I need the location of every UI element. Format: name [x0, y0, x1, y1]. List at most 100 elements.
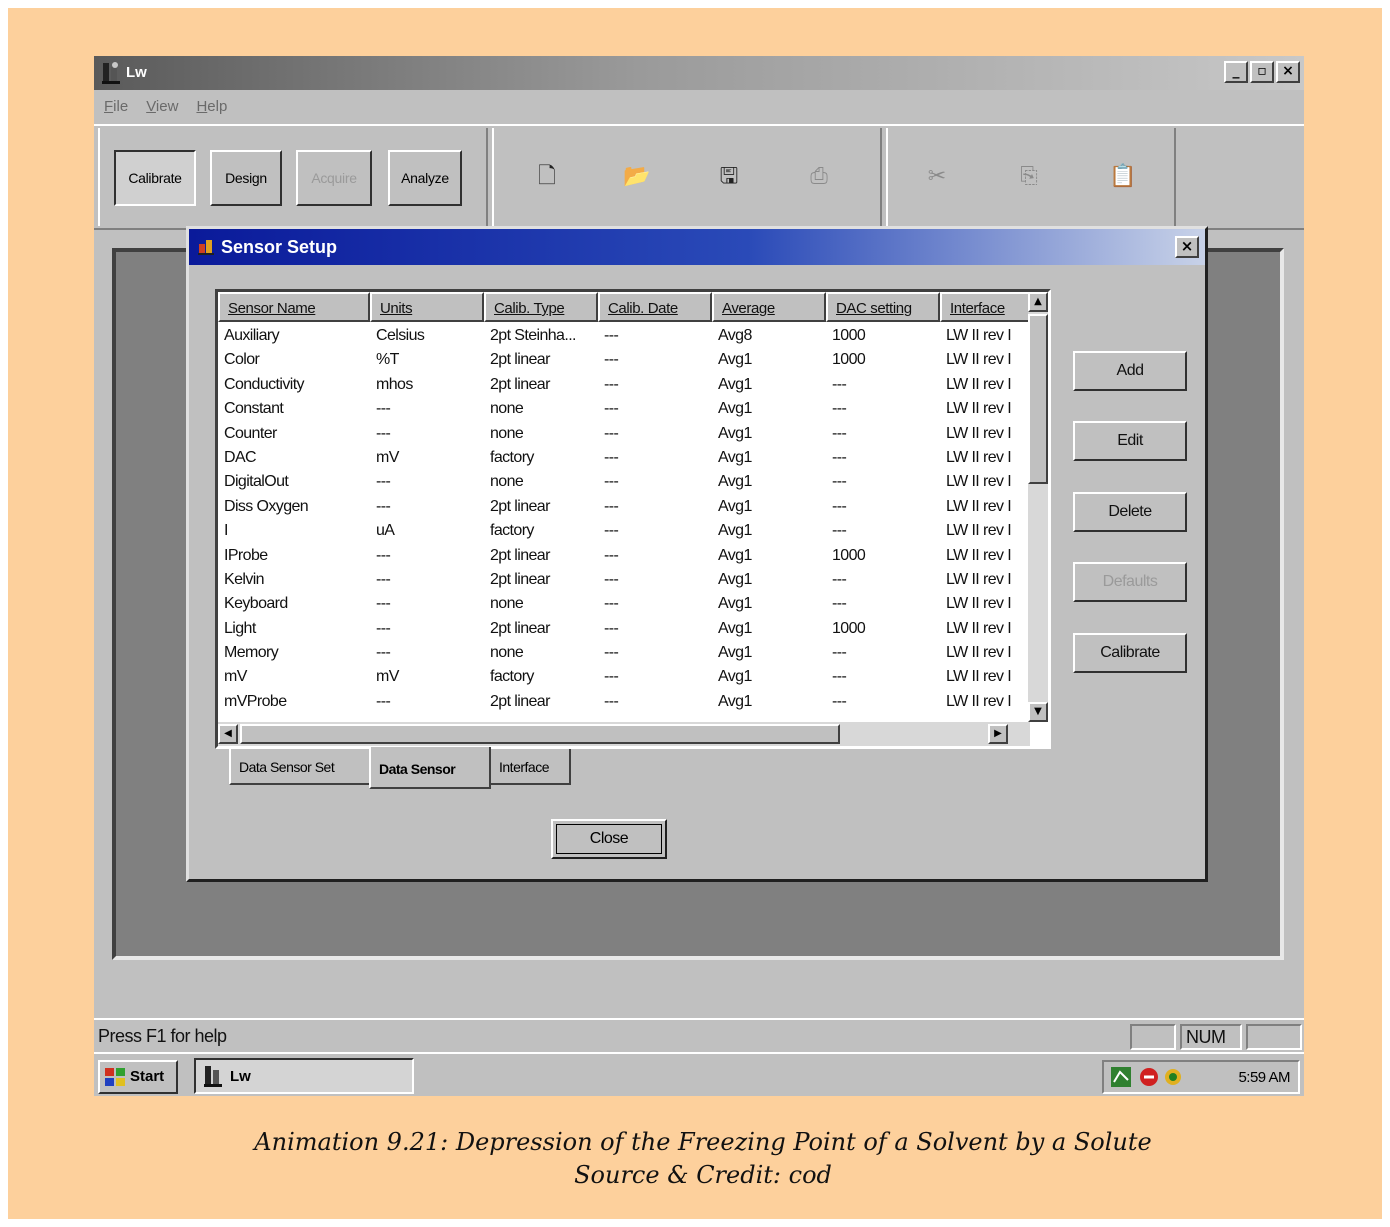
table-row[interactable]: Memory --- none --- Avg1 --- LW II rev I [218, 641, 1032, 665]
add-button[interactable]: Add [1073, 351, 1187, 391]
table-cell: --- [604, 668, 619, 686]
column-header[interactable]: Sensor Name [218, 292, 370, 322]
table-cell: LW II rev I [946, 473, 1012, 491]
table-row[interactable]: mVProbe --- 2pt linear --- Avg1 --- LW II rev … [218, 690, 1032, 714]
column-header[interactable]: Calib. Type [484, 292, 598, 322]
calibrate-sensor-button[interactable]: Calibrate [1073, 633, 1187, 673]
sensor-table[interactable]: Sensor Name Units Calib. Type Calib. Dat… [215, 289, 1051, 749]
save-icon[interactable]: 🖫 [714, 162, 744, 192]
acquire-mode-button[interactable]: Acquire [296, 150, 372, 206]
horizontal-scroll-thumb[interactable] [240, 724, 840, 744]
table-cell: --- [832, 595, 847, 613]
copy-icon[interactable]: ⎘ [1014, 162, 1044, 192]
scroll-left-icon[interactable]: ◀ [218, 724, 238, 744]
horizontal-scrollbar[interactable]: ◀ ▶ [218, 722, 1030, 746]
tab-data-sensor[interactable]: Data Sensor [369, 747, 491, 789]
design-mode-button[interactable]: Design [210, 150, 282, 206]
table-cell: Avg8 [718, 327, 752, 344]
table-cell: LW II rev I [946, 668, 1012, 686]
table-row[interactable]: Diss Oxygen --- 2pt linear --- Avg1 --- LW II … [218, 495, 1032, 519]
caption-credit: Source & Credit: cod [574, 1161, 832, 1189]
menu-help[interactable]: Help [196, 98, 227, 115]
taskbar-item-lw[interactable]: Lw [194, 1058, 414, 1094]
table-cell: --- [604, 424, 619, 442]
menu-file[interactable]: File [104, 98, 128, 115]
vertical-scrollbar[interactable]: ▲ ▼ [1028, 292, 1048, 722]
desktop-screen: Lw _ ▫ × File View Help Calibrate Design… [94, 56, 1304, 1096]
table-cell: none [490, 644, 524, 662]
status-num-indicator: NUM [1180, 1024, 1242, 1050]
column-header[interactable]: Average [712, 292, 826, 322]
table-cell: Avg1 [718, 448, 752, 466]
table-cell: --- [604, 400, 619, 418]
print-preview-icon[interactable]: ⎙ [804, 162, 834, 192]
table-cell: Avg1 [718, 400, 752, 418]
table-row[interactable]: Conductivity mhos 2pt linear --- Avg1 --- LW I… [218, 373, 1032, 397]
table-row[interactable]: DAC mV factory --- Avg1 --- LW II rev I [218, 446, 1032, 470]
close-button[interactable]: Close [551, 819, 667, 859]
table-row[interactable]: mV mV factory --- Avg1 --- LW II rev I [218, 665, 1032, 689]
table-row[interactable]: Keyboard --- none --- Avg1 --- LW II rev I [218, 592, 1032, 616]
open-folder-icon[interactable]: 📂 [622, 162, 652, 192]
calibrate-mode-button[interactable]: Calibrate [114, 150, 196, 206]
column-header[interactable]: Calib. Date [598, 292, 712, 322]
window-title-bar[interactable]: Lw _ ▫ × [94, 56, 1304, 90]
taskbar-item-label: Lw [230, 1068, 251, 1085]
table-row[interactable]: DigitalOut --- none --- Avg1 --- LW II rev I [218, 470, 1032, 494]
table-cell: --- [604, 546, 619, 564]
delete-button[interactable]: Delete [1073, 492, 1187, 532]
cut-icon[interactable]: ✂ [922, 162, 952, 192]
network-icon[interactable] [1110, 1066, 1132, 1088]
start-button[interactable]: Start [98, 1060, 178, 1094]
table-cell: Avg1 [718, 375, 752, 393]
column-header[interactable]: Interface [940, 292, 1032, 322]
table-row[interactable]: IuA factory --- Avg1 --- LW II rev I [218, 519, 1032, 543]
table-cell: 2pt linear [490, 497, 550, 515]
new-file-icon[interactable]: 🗋 [532, 162, 562, 192]
clock: 5:59 AM [1238, 1069, 1290, 1086]
close-window-button[interactable]: × [1276, 61, 1300, 83]
dialog-title-bar[interactable]: Sensor Setup × [189, 229, 1205, 265]
tab-data-sensor-set[interactable]: Data Sensor Set [229, 749, 371, 785]
maximize-button[interactable]: ▫ [1250, 61, 1274, 83]
table-row[interactable]: Color %T 2pt linear --- Avg1 1000 LW II rev I [218, 348, 1032, 372]
tab-interface[interactable]: Interface [489, 749, 571, 785]
menu-view[interactable]: View [146, 98, 178, 115]
dialog-close-icon[interactable]: × [1175, 236, 1199, 258]
table-cell: Avg1 [718, 497, 752, 515]
app-icon [102, 62, 120, 84]
table-cell: %T [376, 351, 399, 369]
page-background: Lw _ ▫ × File View Help Calibrate Design… [8, 8, 1382, 1219]
edit-button[interactable]: Edit [1073, 421, 1187, 461]
minimize-button[interactable]: _ [1224, 61, 1248, 83]
paste-icon[interactable]: 📋 [1108, 162, 1138, 192]
table-cell: LW II rev I [946, 570, 1012, 588]
scroll-up-icon[interactable]: ▲ [1028, 292, 1048, 312]
volume-icon[interactable] [1138, 1066, 1160, 1088]
table-cell: --- [376, 644, 391, 662]
table-row[interactable]: Counter --- none --- Avg1 --- LW II rev I [218, 422, 1032, 446]
table-cell: LW II rev I [946, 448, 1012, 466]
table-cell: --- [832, 570, 847, 588]
analyze-mode-button[interactable]: Analyze [388, 150, 462, 206]
table-cell: --- [832, 424, 847, 442]
table-row[interactable]: Kelvin --- 2pt linear --- Avg1 --- LW II rev I [218, 568, 1032, 592]
table-header: Sensor Name Units Calib. Type Calib. Dat… [218, 292, 1032, 322]
defaults-button[interactable]: Defaults [1073, 562, 1187, 602]
column-header[interactable]: Units [370, 292, 484, 322]
antivirus-icon[interactable] [1162, 1066, 1184, 1088]
menu-bar: File View Help [94, 92, 1304, 120]
scroll-right-icon[interactable]: ▶ [988, 724, 1008, 744]
table-row[interactable]: IProbe --- 2pt linear --- Avg1 1000 LW II rev … [218, 544, 1032, 568]
table-row[interactable]: Light --- 2pt linear --- Avg1 1000 LW II rev I [218, 617, 1032, 641]
table-cell: --- [832, 644, 847, 662]
vertical-scroll-thumb[interactable] [1028, 314, 1048, 484]
table-row[interactable]: Auxiliary Celsius 2pt Steinha... --- Avg8 100… [218, 324, 1032, 348]
scroll-down-icon[interactable]: ▼ [1028, 702, 1048, 722]
table-cell: mV [376, 668, 399, 686]
column-header[interactable]: DAC setting [826, 292, 940, 322]
table-row[interactable]: Constant --- none --- Avg1 --- LW II rev I [218, 397, 1032, 421]
table-cell: LW II rev I [946, 522, 1012, 540]
table-cell: none [490, 595, 524, 613]
table-cell: --- [832, 668, 847, 686]
